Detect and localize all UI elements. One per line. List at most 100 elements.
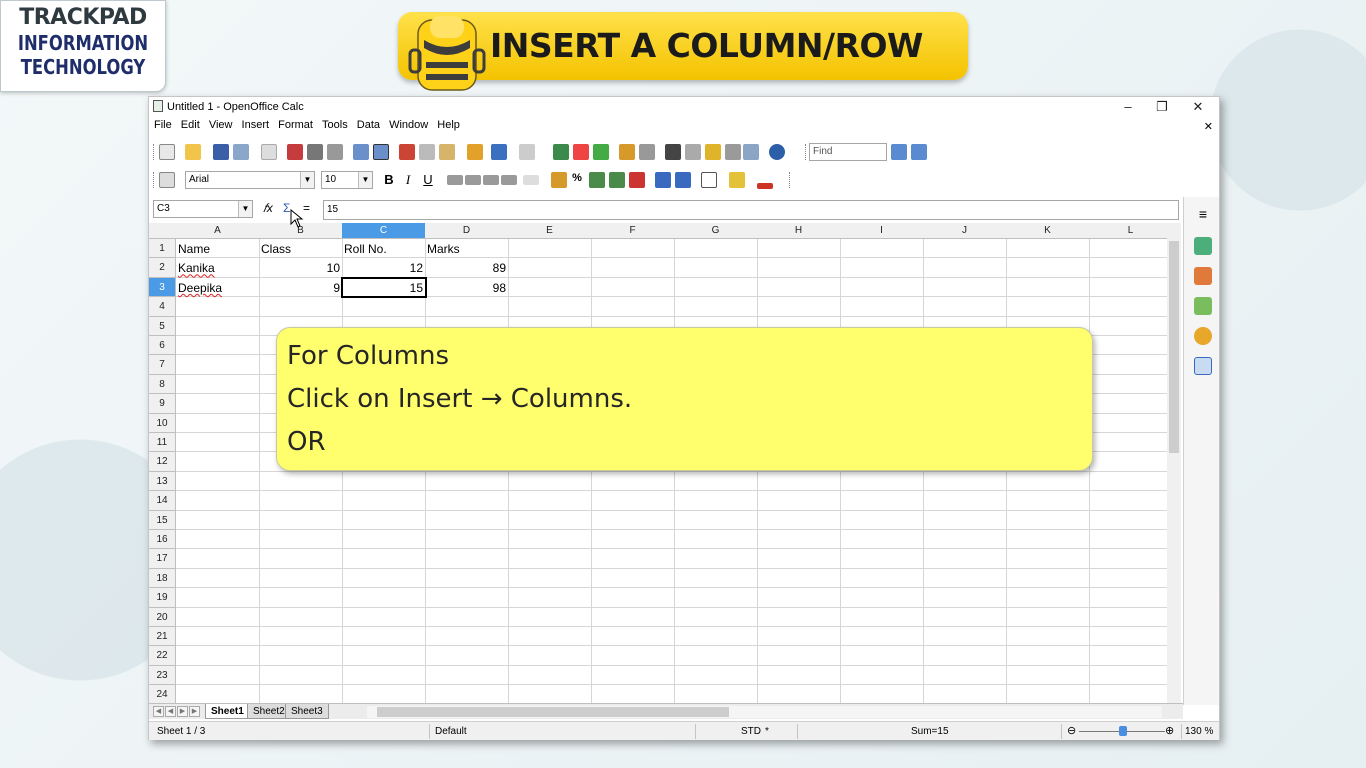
navigator-icon[interactable] [685,144,701,160]
zoom-slider-knob[interactable] [1119,726,1127,736]
chevron-down-icon[interactable]: ▼ [238,201,252,217]
row-header-2[interactable]: 2 [149,258,176,278]
spellcheck-icon[interactable] [353,144,369,160]
find-previous-icon[interactable] [911,144,927,160]
column-header-k[interactable]: K [1006,223,1090,239]
close-button[interactable]: ✕ [1183,98,1213,116]
open-folder-icon[interactable] [185,144,201,160]
function-wizard-icon[interactable]: 𝑓x [263,201,273,216]
column-header-g[interactable]: G [674,223,758,239]
horizontal-scroll-thumb[interactable] [377,707,729,717]
sort-descending-icon[interactable] [593,144,609,160]
horizontal-scrollbar[interactable] [367,706,1162,718]
row-header-7[interactable]: 7 [149,355,176,375]
cell-d2[interactable]: 89 [425,258,508,277]
sheet-tab-3[interactable]: Sheet3 [285,704,329,719]
font-color-icon[interactable] [757,183,773,189]
increase-indent-icon[interactable] [675,172,691,188]
column-header-i[interactable]: I [840,223,924,239]
next-sheet-icon[interactable]: ▶ [177,706,188,717]
email-icon[interactable] [233,144,249,160]
cell-d1[interactable]: Marks [425,239,508,258]
styles-formatting-icon[interactable] [1194,267,1212,285]
autospellcheck-icon[interactable] [373,144,389,160]
menu-window[interactable]: Window [389,119,428,131]
menu-edit[interactable]: Edit [181,119,200,131]
styles-icon[interactable] [159,172,175,188]
background-color-icon[interactable] [729,172,745,188]
menu-insert[interactable]: Insert [242,119,270,131]
cell-b1[interactable]: Class [259,239,342,258]
name-box[interactable]: C3 ▼ [153,200,253,218]
justify-icon[interactable] [501,175,517,185]
new-document-icon[interactable] [159,144,175,160]
formula-input[interactable]: 15 [323,200,1179,220]
menu-help[interactable]: Help [437,119,460,131]
column-header-a[interactable]: A [176,223,260,239]
italic-button[interactable]: I [400,172,416,188]
borders-icon[interactable] [701,172,717,188]
sidebar-menu-icon[interactable]: ≡ [1194,205,1212,223]
find-input[interactable]: Find [809,143,887,161]
merge-cells-icon[interactable] [523,175,539,185]
bold-button[interactable]: B [381,172,397,187]
cell-c1[interactable]: Roll No. [342,239,425,258]
print-preview-icon[interactable] [327,144,343,160]
row-header-10[interactable]: 10 [149,413,176,433]
align-left-icon[interactable] [447,175,463,185]
column-header-h[interactable]: H [757,223,841,239]
vertical-scrollbar[interactable] [1167,223,1181,705]
cell-a3[interactable]: Deepika [176,278,259,297]
row-header-16[interactable]: 16 [149,530,176,550]
select-all-corner[interactable] [149,223,177,239]
data-sources-icon[interactable] [725,144,741,160]
row-header-13[interactable]: 13 [149,471,176,492]
row-header-4[interactable]: 4 [149,297,176,317]
row-header-6[interactable]: 6 [149,336,176,356]
minimize-button[interactable]: – [1113,98,1143,116]
redo-icon[interactable] [519,144,535,160]
font-size-box[interactable]: 10 ▼ [321,171,373,189]
menu-format[interactable]: Format [278,119,313,131]
row-header-21[interactable]: 21 [149,627,176,647]
sort-ascending-icon[interactable] [573,144,589,160]
column-header-j[interactable]: J [923,223,1007,239]
navigator-panel-icon[interactable] [1194,327,1212,345]
row-header-12[interactable]: 12 [149,452,176,472]
menu-file[interactable]: File [154,119,172,131]
function-equals-button[interactable]: = [303,201,310,215]
menu-data[interactable]: Data [357,119,380,131]
find-replace-icon[interactable] [665,144,681,160]
status-page-style[interactable]: Default [435,726,467,737]
column-header-c[interactable]: C [342,223,426,239]
font-name-box[interactable]: Arial ▼ [185,171,315,189]
hyperlink-icon[interactable] [553,144,569,160]
decrease-indent-icon[interactable] [655,172,671,188]
cell-b3[interactable]: 9 [259,278,342,297]
underline-button[interactable]: U [420,172,436,187]
edit-file-icon[interactable] [261,144,277,160]
row-header-20[interactable]: 20 [149,607,176,627]
zoom-out-icon[interactable]: ⊖ [1067,724,1076,737]
row-header-8[interactable]: 8 [149,374,176,395]
column-header-l[interactable]: L [1089,223,1173,239]
cell-a1[interactable]: Name [176,239,259,258]
align-center-icon[interactable] [465,175,481,185]
row-header-14[interactable]: 14 [149,491,176,511]
align-right-icon[interactable] [483,175,499,185]
functions-panel-icon[interactable] [1194,357,1212,375]
row-header-1[interactable]: 1 [149,239,176,259]
find-next-icon[interactable] [891,144,907,160]
properties-icon[interactable] [1194,237,1212,255]
row-header-3[interactable]: 3 [149,277,176,298]
first-sheet-icon[interactable]: ◀ [153,706,164,717]
row-header-18[interactable]: 18 [149,568,176,589]
cell-c2[interactable]: 12 [342,258,425,277]
column-header-f[interactable]: F [591,223,675,239]
row-header-19[interactable]: 19 [149,588,176,608]
gallery-icon[interactable] [705,144,721,160]
cell-b2[interactable]: 10 [259,258,342,277]
column-header-e[interactable]: E [508,223,592,239]
row-header-17[interactable]: 17 [149,549,176,569]
export-pdf-icon[interactable] [287,144,303,160]
